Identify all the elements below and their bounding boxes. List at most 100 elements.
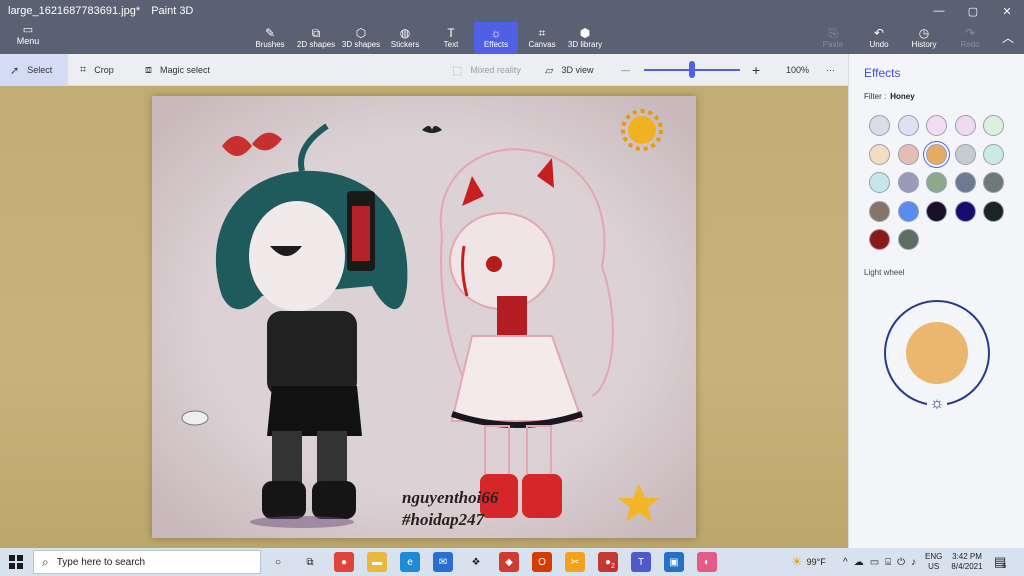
canvas-icon: ⌗ (538, 26, 546, 40)
ribbon-tool-label: Text (443, 40, 459, 49)
notification-button[interactable]: ▤ 6 (994, 548, 1006, 576)
zoom-slider-thumb[interactable] (689, 61, 695, 78)
filter-swatch[interactable] (926, 143, 947, 165)
watermark-line-2: #hoidap247 (402, 510, 485, 529)
canvas-area[interactable]: nguyenthoi66 #hoidap247 (0, 86, 848, 548)
network-icon[interactable]: ⌸ (885, 557, 891, 568)
chrome-icon[interactable]: ● (334, 552, 354, 572)
ribbon-tool-3d-library[interactable]: ⬢ 3D library (567, 22, 603, 54)
cursor-icon: ➚ (10, 64, 20, 77)
filter-swatch[interactable] (926, 200, 947, 222)
onedrive-icon[interactable]: ☁ (854, 557, 864, 568)
photos-icon[interactable]: ▣ (664, 552, 684, 572)
taskbar: ⌕ Type here to search ○ ⧉ ● ▬ e ✉ ❖ ◆ O ✂ ● T ▣ ◐ 2 ☀ … (0, 548, 1024, 576)
filter-swatch[interactable] (897, 200, 919, 222)
panel-title: Effects (864, 66, 901, 80)
minimize-button[interactable]: — (922, 0, 956, 22)
lang-top: ENG (925, 552, 943, 561)
clock[interactable]: 3:42 PM 8/4/2021 (950, 548, 984, 576)
ribbon-tool-brushes[interactable]: ✎ Brushes (254, 22, 286, 54)
paste-label: Paste (822, 40, 844, 49)
redo-button[interactable]: ↷ Redo (956, 22, 984, 54)
filter-swatch[interactable] (897, 115, 919, 136)
artboard-image[interactable]: nguyenthoi66 #hoidap247 (152, 96, 696, 538)
file-name: large_1621687783691.jpg* (8, 5, 141, 17)
filter-swatch[interactable] (926, 172, 947, 193)
dropbox-icon[interactable]: ❖ (466, 552, 486, 572)
crop-button[interactable]: ⌗ Crop (80, 54, 114, 86)
start-button[interactable] (0, 548, 32, 576)
filter-swatch[interactable] (897, 143, 919, 165)
ribbon-tool-2d-shapes[interactable]: ⧉ 2D shapes (296, 22, 336, 54)
filter-swatch[interactable] (869, 200, 890, 222)
effects-icon: ☼ (490, 26, 502, 40)
filter-swatch[interactable] (869, 229, 890, 250)
collapse-ribbon-button[interactable]: ︿ (996, 22, 1020, 54)
magic-select-button[interactable]: ⧈ Magic select (145, 54, 210, 86)
paste-button[interactable]: ⎘ Paste (818, 22, 848, 54)
task-view-icon[interactable]: ⧉ (300, 552, 320, 572)
history-button[interactable]: ◷ History (906, 22, 942, 54)
teams-icon[interactable]: T (631, 552, 651, 572)
select-button[interactable]: ➚ Select (0, 54, 68, 86)
filter-swatch[interactable] (869, 143, 890, 165)
ribbon-tool-effects[interactable]: ☼ Effects (474, 22, 518, 54)
ribbon-tool-text[interactable]: T Text (436, 22, 466, 54)
ribbon-tool-canvas[interactable]: ⌗ Canvas (524, 22, 560, 54)
filter-swatch[interactable] (983, 143, 1004, 165)
office-icon[interactable]: O (532, 552, 552, 572)
ribbon-tool-label: 2D shapes (296, 40, 336, 49)
cloud-sticker (181, 410, 209, 426)
filter-swatch[interactable] (869, 172, 890, 193)
brush-icon: ✎ (264, 26, 276, 40)
file-explorer-icon[interactable]: ▬ (367, 552, 387, 572)
light-wheel-label: Light wheel (864, 268, 905, 277)
more-options-button[interactable]: ··· (826, 54, 835, 86)
app-icon[interactable]: ◆ (499, 552, 519, 572)
3d-shapes-icon: ⬡ (355, 26, 367, 40)
chevron-up-icon[interactable]: ^ (843, 557, 848, 568)
zoom-in-button[interactable]: + (752, 54, 760, 86)
battery-icon[interactable]: ▭ (870, 557, 879, 568)
mixed-reality-button[interactable]: ⬚ Mixed reality (452, 54, 521, 86)
edge-icon[interactable]: e (400, 552, 420, 572)
filter-swatch[interactable] (897, 229, 919, 250)
undo-button[interactable]: ↶ Undo (864, 22, 894, 54)
volume-icon[interactable]: ♪ (911, 557, 916, 568)
filter-swatch[interactable] (954, 200, 976, 222)
filter-swatch[interactable] (983, 200, 1004, 222)
zoom-out-button[interactable]: — (621, 54, 630, 86)
filter-swatch[interactable] (954, 115, 976, 136)
filter-swatch[interactable] (926, 115, 947, 136)
sun-icon[interactable]: ☼ (927, 394, 947, 414)
clock-time: 3:42 PM (952, 552, 982, 561)
weather-icon: ☀ (791, 554, 803, 569)
ribbon-tool-3d-shapes[interactable]: ⬡ 3D shapes (341, 22, 381, 54)
weather-widget[interactable]: ☀ 99°F (791, 548, 826, 576)
power-icon[interactable]: ⏻ (897, 557, 905, 568)
language-indicator[interactable]: ENG US (925, 548, 942, 576)
filter-swatch[interactable] (954, 143, 976, 165)
magic-select-icon: ⧈ (145, 63, 152, 76)
light-wheel-color[interactable] (906, 322, 968, 384)
paste-icon: ⎘ (828, 26, 838, 40)
zoom-level: 100% (786, 65, 810, 75)
weather-temp: 99°F (806, 557, 826, 567)
maximize-button[interactable]: ▢ (956, 0, 990, 22)
close-button[interactable]: ✕ (990, 0, 1024, 22)
filter-swatch[interactable] (983, 115, 1004, 136)
snipping-icon[interactable]: ✂ (565, 552, 585, 572)
filter-swatch[interactable] (869, 115, 890, 136)
menu-button[interactable]: ▭ Menu (8, 24, 48, 46)
3d-view-button[interactable]: ▱ 3D view (545, 54, 593, 86)
filter-swatch[interactable] (954, 172, 976, 193)
taskbar-search[interactable]: ⌕ Type here to search (33, 550, 261, 574)
artwork-illustration (152, 96, 696, 538)
cortana-icon[interactable]: ○ (268, 552, 288, 572)
ribbon-tool-stickers[interactable]: ◍ Stickers (389, 22, 421, 54)
filter-swatch[interactable] (983, 172, 1004, 193)
mail-icon[interactable]: ✉ (433, 552, 453, 572)
system-tray[interactable]: ^ ☁ ▭ ⌸ ⏻ ♪ (843, 548, 916, 576)
filter-swatch[interactable] (897, 172, 919, 193)
paint3d-icon[interactable]: ◐ (697, 552, 717, 572)
